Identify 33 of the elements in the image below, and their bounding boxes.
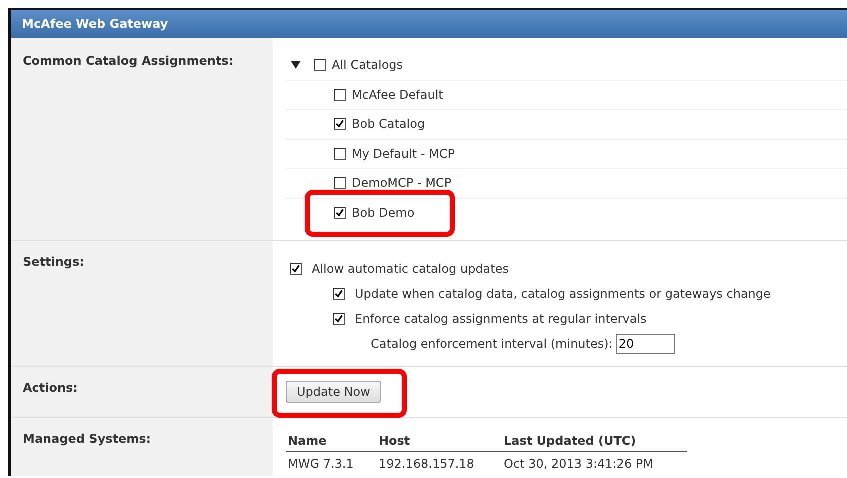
table-cell: Oct 30, 2013 3:41:26 PM: [502, 452, 687, 471]
section-label: Common Catalog Assignments:: [23, 54, 234, 68]
option-label: Allow automatic catalog updates: [312, 262, 509, 276]
checkbox[interactable]: [334, 207, 346, 220]
option-label: Enforce catalog assignments at regular intervals: [355, 312, 647, 326]
checkbox[interactable]: [334, 118, 346, 130]
table-cell: 192.168.157.18: [377, 452, 502, 471]
catalog-label: All Catalogs: [332, 58, 404, 72]
column-header: Last Updated (UTC): [502, 432, 687, 452]
catalog-label: DemoMCP - MCP: [352, 176, 452, 190]
catalog-label: Bob Catalog: [352, 117, 426, 132]
checkbox[interactable]: [290, 262, 302, 274]
window-title: McAfee Web Gateway: [22, 17, 168, 31]
checkbox[interactable]: [333, 288, 345, 300]
option-label: Update when catalog data, catalog assignments or gateways change: [355, 286, 771, 300]
checkbox[interactable]: [334, 148, 346, 160]
catalog-label: My Default - MCP: [352, 146, 456, 161]
interval-field[interactable]: 20: [616, 334, 675, 354]
section-label: Actions:: [23, 381, 78, 395]
column-header: Host: [377, 432, 502, 452]
checkbox[interactable]: [334, 88, 346, 101]
section-label: Managed Systems:: [23, 432, 152, 446]
checkbox[interactable]: [333, 312, 345, 324]
checkbox[interactable]: [314, 59, 326, 72]
catalog-label: McAfee Default: [352, 88, 444, 102]
column-header: Name: [286, 432, 377, 452]
expand-triangle-icon[interactable]: [291, 61, 301, 70]
catalog-label: Bob Demo: [352, 206, 415, 220]
table-cell: MWG 7.3.1: [286, 452, 377, 471]
interval-label: Catalog enforcement interval (minutes):: [371, 336, 613, 350]
checkbox[interactable]: [334, 177, 346, 190]
section-label: Settings:: [23, 255, 84, 269]
update-now-button[interactable]: Update Now: [286, 381, 382, 403]
